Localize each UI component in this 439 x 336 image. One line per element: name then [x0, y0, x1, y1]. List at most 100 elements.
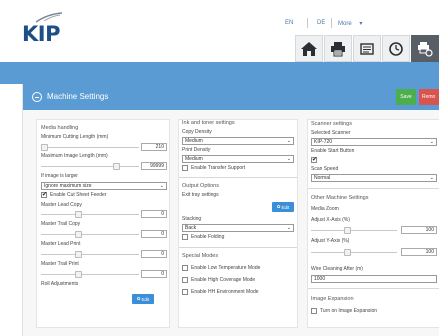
- folding-checkbox[interactable]: [182, 234, 188, 240]
- chevron-down-icon: ⌄: [286, 225, 291, 231]
- nav-history-button[interactable]: [382, 35, 410, 62]
- documents-icon: [360, 42, 374, 55]
- high-coverage-checkbox[interactable]: [182, 277, 188, 283]
- home-icon: [301, 41, 317, 56]
- lang-de-link[interactable]: DE: [317, 20, 325, 26]
- master-trail-print-input[interactable]: 0: [141, 270, 167, 278]
- edit-label: Edit: [281, 204, 290, 210]
- print-density-label: Print Density: [182, 147, 211, 153]
- remove-button[interactable]: Remo: [419, 89, 439, 105]
- roll-adjustments-edit-button[interactable]: ✿ Edit: [132, 294, 154, 304]
- print-density-select[interactable]: Medium ⌄: [182, 155, 294, 163]
- master-trail-copy-input[interactable]: 0: [141, 230, 167, 238]
- lang-more-label: More: [338, 21, 352, 27]
- selected-scanner-label: Selected Scanner: [311, 130, 351, 136]
- section-divider: [179, 177, 297, 178]
- max-len-label: Maximum Image Length (mm): [41, 153, 108, 159]
- lang-divider: [331, 18, 332, 28]
- transfer-support-checkbox[interactable]: [182, 165, 188, 171]
- slider-knob[interactable]: [113, 163, 120, 170]
- nav-print-button[interactable]: [324, 35, 352, 62]
- image-expansion-label: Turn on Image Expansion: [320, 308, 378, 314]
- adjust-y-input[interactable]: 100: [401, 248, 437, 256]
- selected-scanner-select[interactable]: KIP-720 ⌄: [311, 138, 437, 146]
- nav-documents-button[interactable]: [353, 35, 381, 62]
- slider-knob[interactable]: [75, 251, 82, 258]
- panel-header: Machine Settings Save Remo: [23, 84, 439, 110]
- chevron-down-icon: ⌄: [159, 183, 164, 189]
- master-trail-print-slider[interactable]: [41, 271, 139, 278]
- lang-en-link[interactable]: EN: [285, 20, 293, 26]
- collapse-minus-icon[interactable]: [32, 92, 42, 102]
- adjust-x-slider[interactable]: [311, 227, 397, 234]
- exit-tray-label: Exit tray settings: [182, 192, 219, 198]
- adjust-y-slider[interactable]: [311, 249, 397, 256]
- image-expansion-checkbox[interactable]: [311, 308, 317, 314]
- section-divider: [308, 288, 439, 289]
- printer-settings-icon: [418, 41, 433, 57]
- slider-knob[interactable]: [75, 231, 82, 238]
- slider-knob[interactable]: [75, 211, 82, 218]
- gear-icon: ✿: [136, 296, 141, 301]
- lang-divider: [307, 18, 308, 28]
- copy-density-select[interactable]: Medium ⌄: [182, 137, 294, 145]
- hh-env-checkbox[interactable]: [182, 289, 188, 295]
- scan-speed-select[interactable]: Normal ⌄: [311, 174, 437, 182]
- section-title: Other Machine Settings: [311, 195, 369, 201]
- max-len-input[interactable]: 99999: [141, 162, 167, 170]
- slider-knob[interactable]: [344, 249, 351, 256]
- hh-env-label: Enable HH Environment Mode: [191, 289, 259, 295]
- slider-knob[interactable]: [344, 227, 351, 234]
- section-divider: [308, 188, 439, 189]
- section-title: Special Modes: [182, 253, 219, 259]
- edit-label: Edit: [141, 296, 150, 302]
- max-len-slider[interactable]: [41, 163, 139, 170]
- master-lead-copy-slider[interactable]: [41, 211, 139, 218]
- chevron-down-icon: ⌄: [429, 175, 434, 181]
- chevron-down-icon: ▾: [359, 21, 363, 27]
- low-temp-label: Enable Low Temperature Mode: [191, 265, 261, 271]
- section-title: Media handling: [41, 125, 79, 131]
- scanner-section: Scanner settings Selected Scanner KIP-72…: [307, 119, 439, 328]
- slider-knob[interactable]: [75, 271, 82, 278]
- wire-clean-input[interactable]: 1000: [311, 275, 437, 283]
- start-button-checkbox[interactable]: [311, 156, 317, 163]
- roll-adjustments-label: Roll Adjustments: [41, 281, 79, 287]
- low-temp-checkbox[interactable]: [182, 265, 188, 271]
- stacking-select[interactable]: Back ⌄: [182, 224, 294, 232]
- master-trail-copy-slider[interactable]: [41, 231, 139, 238]
- nav-machine-settings-button[interactable]: [411, 35, 439, 62]
- machine-settings-panel: Machine Settings Save Remo Media handlin…: [22, 84, 439, 336]
- lang-more-dropdown[interactable]: More ▾: [338, 20, 362, 27]
- if-larger-value: Ignore maximum size: [44, 183, 92, 189]
- section-divider: [179, 247, 297, 248]
- slider-knob[interactable]: [41, 144, 48, 151]
- scan-speed-label: Scan Speed: [311, 166, 339, 172]
- cut-sheet-checkbox[interactable]: [41, 191, 47, 198]
- min-cut-label: Minimum Cutting Length (mm): [41, 134, 109, 140]
- copy-density-value: Medium: [185, 138, 203, 144]
- section-title: Output Options: [182, 183, 219, 189]
- min-cut-input[interactable]: 210: [141, 143, 167, 151]
- master-lead-copy-input[interactable]: 0: [141, 210, 167, 218]
- master-lead-print-label: Master Lead Print: [41, 241, 81, 247]
- master-lead-print-slider[interactable]: [41, 251, 139, 258]
- adjust-x-label: Adjust X-Axis (%): [311, 217, 350, 223]
- chevron-down-icon: ⌄: [286, 138, 291, 144]
- ink-output-section: Ink and toner settings Copy Density Medi…: [178, 119, 298, 328]
- adjust-x-input[interactable]: 100: [401, 226, 437, 234]
- master-lead-print-input[interactable]: 0: [141, 250, 167, 258]
- media-zoom-label: Media Zoom: [311, 206, 339, 212]
- start-button-label: Enable Start Button: [311, 148, 355, 154]
- clock-icon: [389, 41, 403, 56]
- nav-home-button[interactable]: [295, 35, 323, 62]
- min-cut-slider[interactable]: [41, 144, 139, 151]
- exit-tray-edit-button[interactable]: ✿ Edit: [272, 202, 294, 212]
- kip-logo[interactable]: KIP: [22, 12, 70, 46]
- if-larger-select[interactable]: Ignore maximum size ⌄: [41, 182, 167, 190]
- if-larger-label: If image is larger: [41, 173, 78, 179]
- stacking-value: Back: [185, 225, 197, 231]
- print-density-value: Medium: [185, 156, 203, 162]
- accent-bar: [0, 62, 439, 84]
- save-button[interactable]: Save: [396, 89, 416, 105]
